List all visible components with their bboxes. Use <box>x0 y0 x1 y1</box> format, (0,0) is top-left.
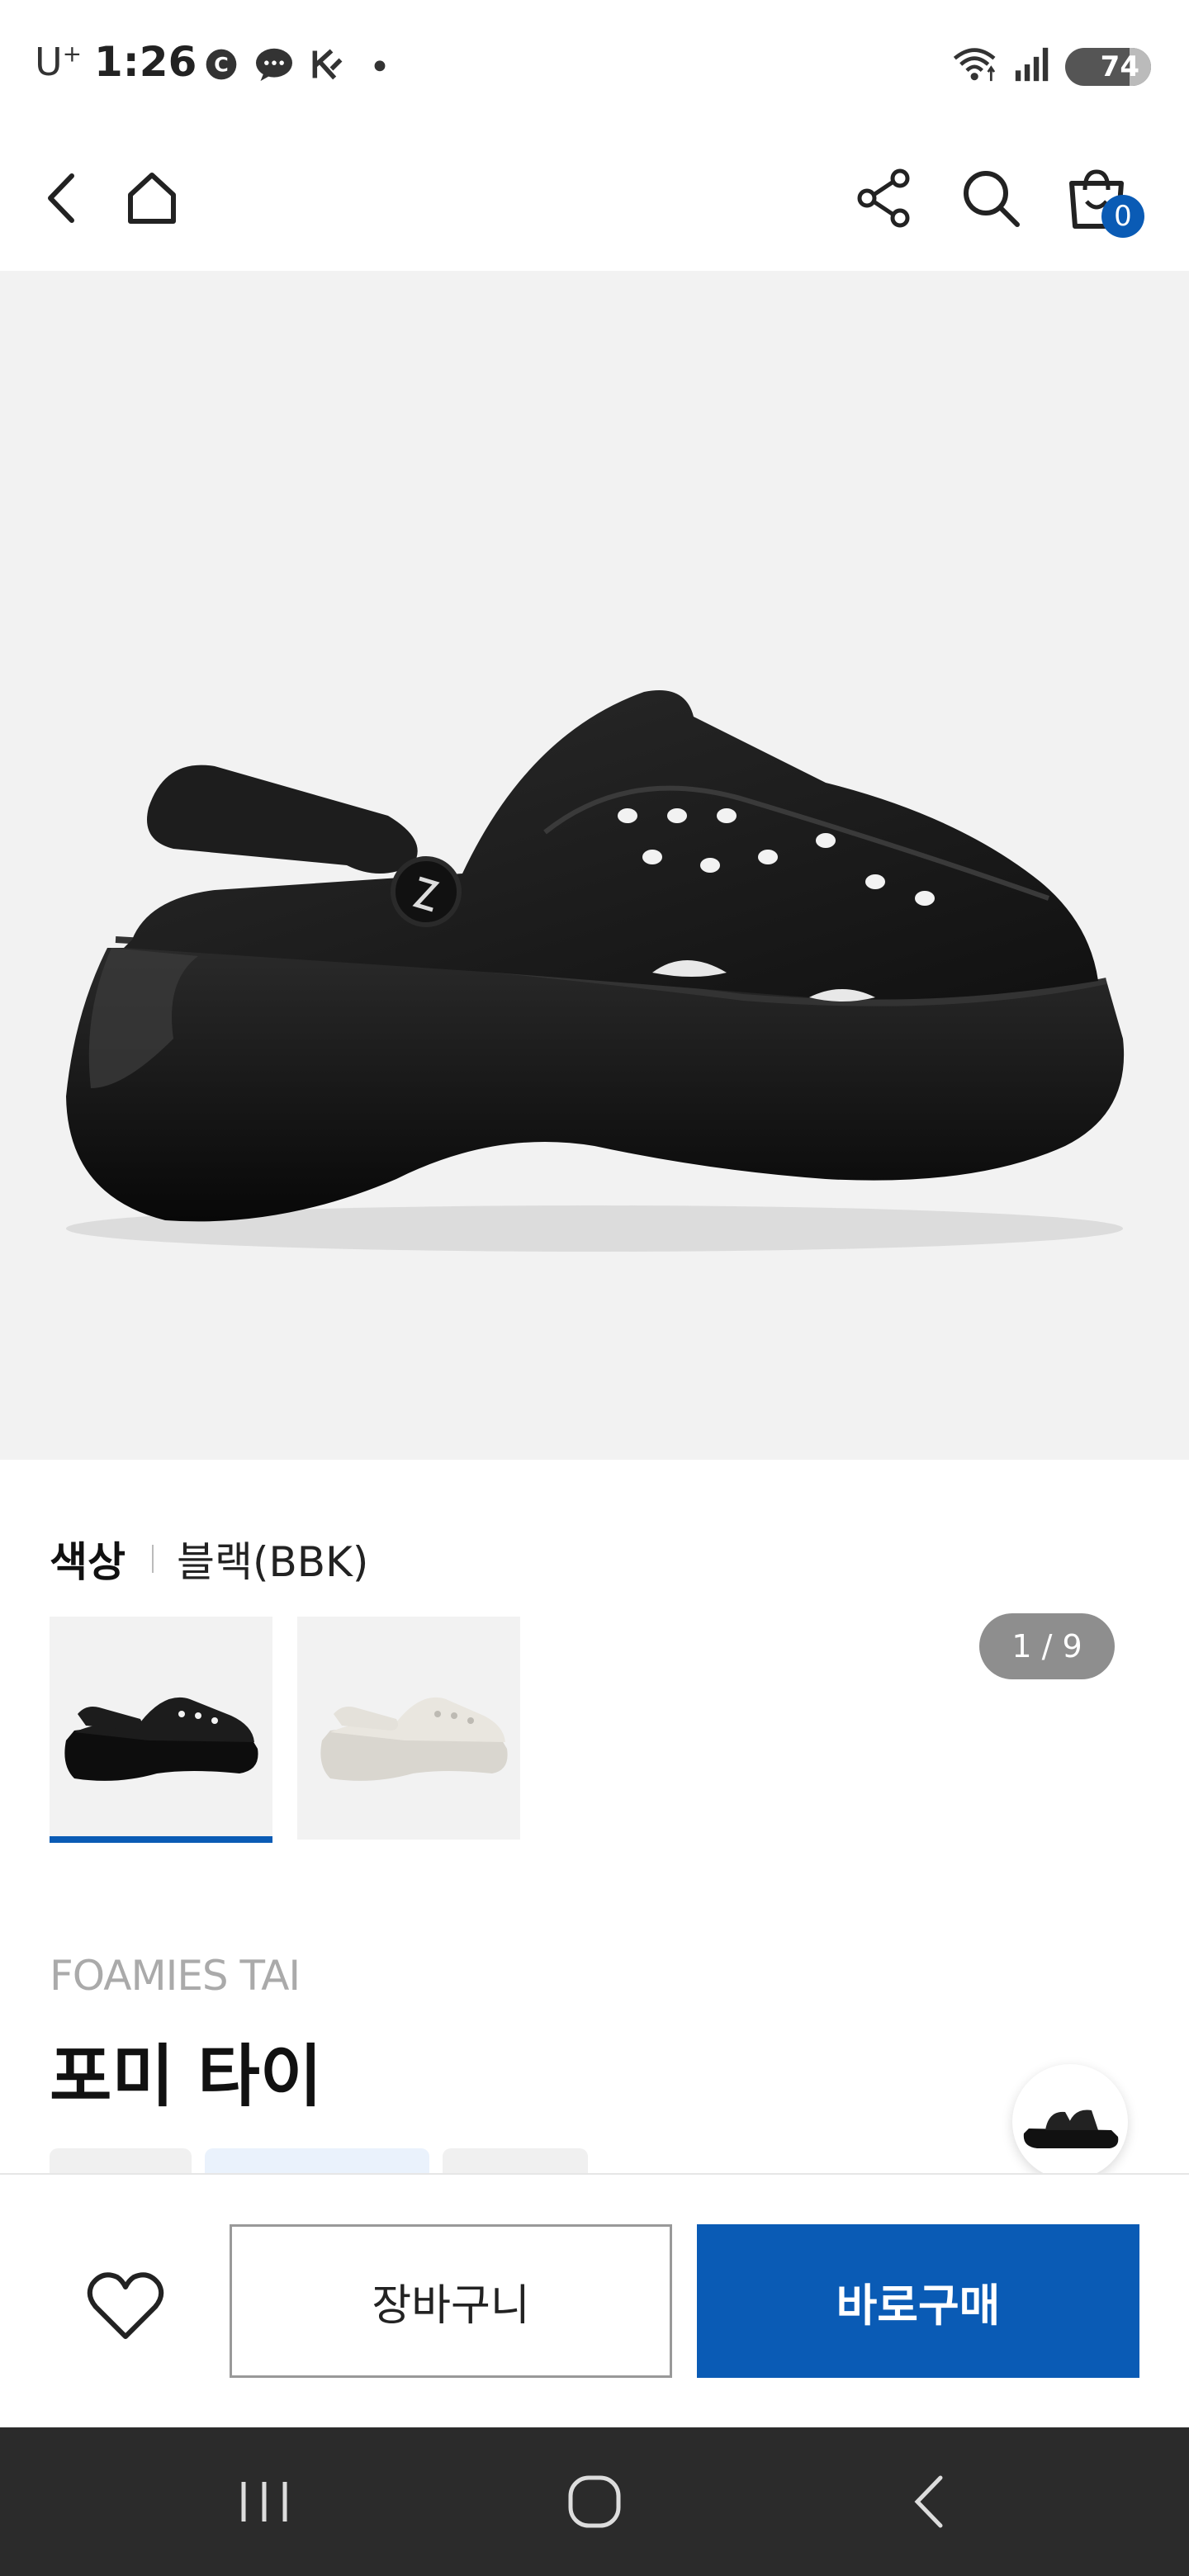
home-button[interactable] <box>111 157 193 239</box>
image-counter: 1 / 9 <box>979 1613 1115 1679</box>
dot-icon <box>374 60 386 72</box>
battery-indicator: 74 <box>1065 48 1151 86</box>
product-image-gallery[interactable]: 1 / 9 <box>0 271 1189 1679</box>
color-selector-header: 색상 블랙(BBK) <box>50 1529 368 1589</box>
search-button[interactable] <box>950 157 1032 239</box>
wishlist-button[interactable] <box>76 2257 175 2356</box>
wifi-icon <box>953 48 996 82</box>
selected-color-value: 블랙(BBK) <box>177 1538 369 1586</box>
color-label: 색상 <box>50 1538 126 1586</box>
recent-apps-button[interactable] <box>215 2460 314 2543</box>
selected-swatch-indicator <box>50 1836 272 1843</box>
share-icon <box>857 168 910 228</box>
color-swatch-white[interactable] <box>297 1617 520 1840</box>
search-icon <box>964 171 1020 227</box>
status-bar: U+ 1:26 C 74 <box>0 0 1189 132</box>
black-clog-thumbnail <box>64 1697 258 1781</box>
bottom-action-bar: 장바구니 바로구매 <box>0 2173 1189 2427</box>
share-button[interactable] <box>844 157 926 239</box>
product-name-english: FOAMIES TAI <box>50 1952 301 2000</box>
home-icon <box>128 173 176 224</box>
divider <box>152 1545 154 1573</box>
add-to-cart-button[interactable]: 장바구니 <box>230 2224 672 2378</box>
svg-text:C: C <box>214 53 229 76</box>
carrier-label: U+ <box>35 40 83 84</box>
heart-icon <box>87 2272 164 2339</box>
app-header <box>0 132 1189 271</box>
back-button[interactable] <box>21 157 104 239</box>
system-navigation-bar <box>0 2427 1189 2576</box>
recent-apps-icon <box>241 2482 287 2522</box>
back-chevron-icon <box>914 2475 943 2528</box>
clock-time: 1:26 <box>94 38 197 86</box>
signal-icon <box>1015 47 1049 82</box>
sandal-thumbnail <box>1023 2110 1119 2148</box>
color-swatch-black[interactable] <box>50 1617 272 1840</box>
c-icon: C <box>206 49 237 80</box>
product-photo <box>66 690 1125 1252</box>
back-arrow-icon <box>48 173 74 223</box>
tag-chip <box>205 2148 429 2173</box>
k-icon <box>312 49 343 80</box>
tag-chip <box>50 2148 192 2173</box>
white-clog-thumbnail <box>320 1697 508 1781</box>
back-nav-button[interactable] <box>880 2460 979 2543</box>
home-nav-button[interactable] <box>545 2460 644 2543</box>
product-name-korean: 포미 타이 <box>50 2038 323 2116</box>
recently-viewed-button[interactable] <box>1012 2064 1128 2180</box>
home-circle-icon <box>568 2475 621 2528</box>
chat-bubble-icon <box>256 48 292 82</box>
buy-now-button[interactable]: 바로구매 <box>697 2224 1139 2378</box>
tag-chip <box>443 2148 588 2173</box>
cart-count-badge: 0 <box>1101 195 1144 238</box>
